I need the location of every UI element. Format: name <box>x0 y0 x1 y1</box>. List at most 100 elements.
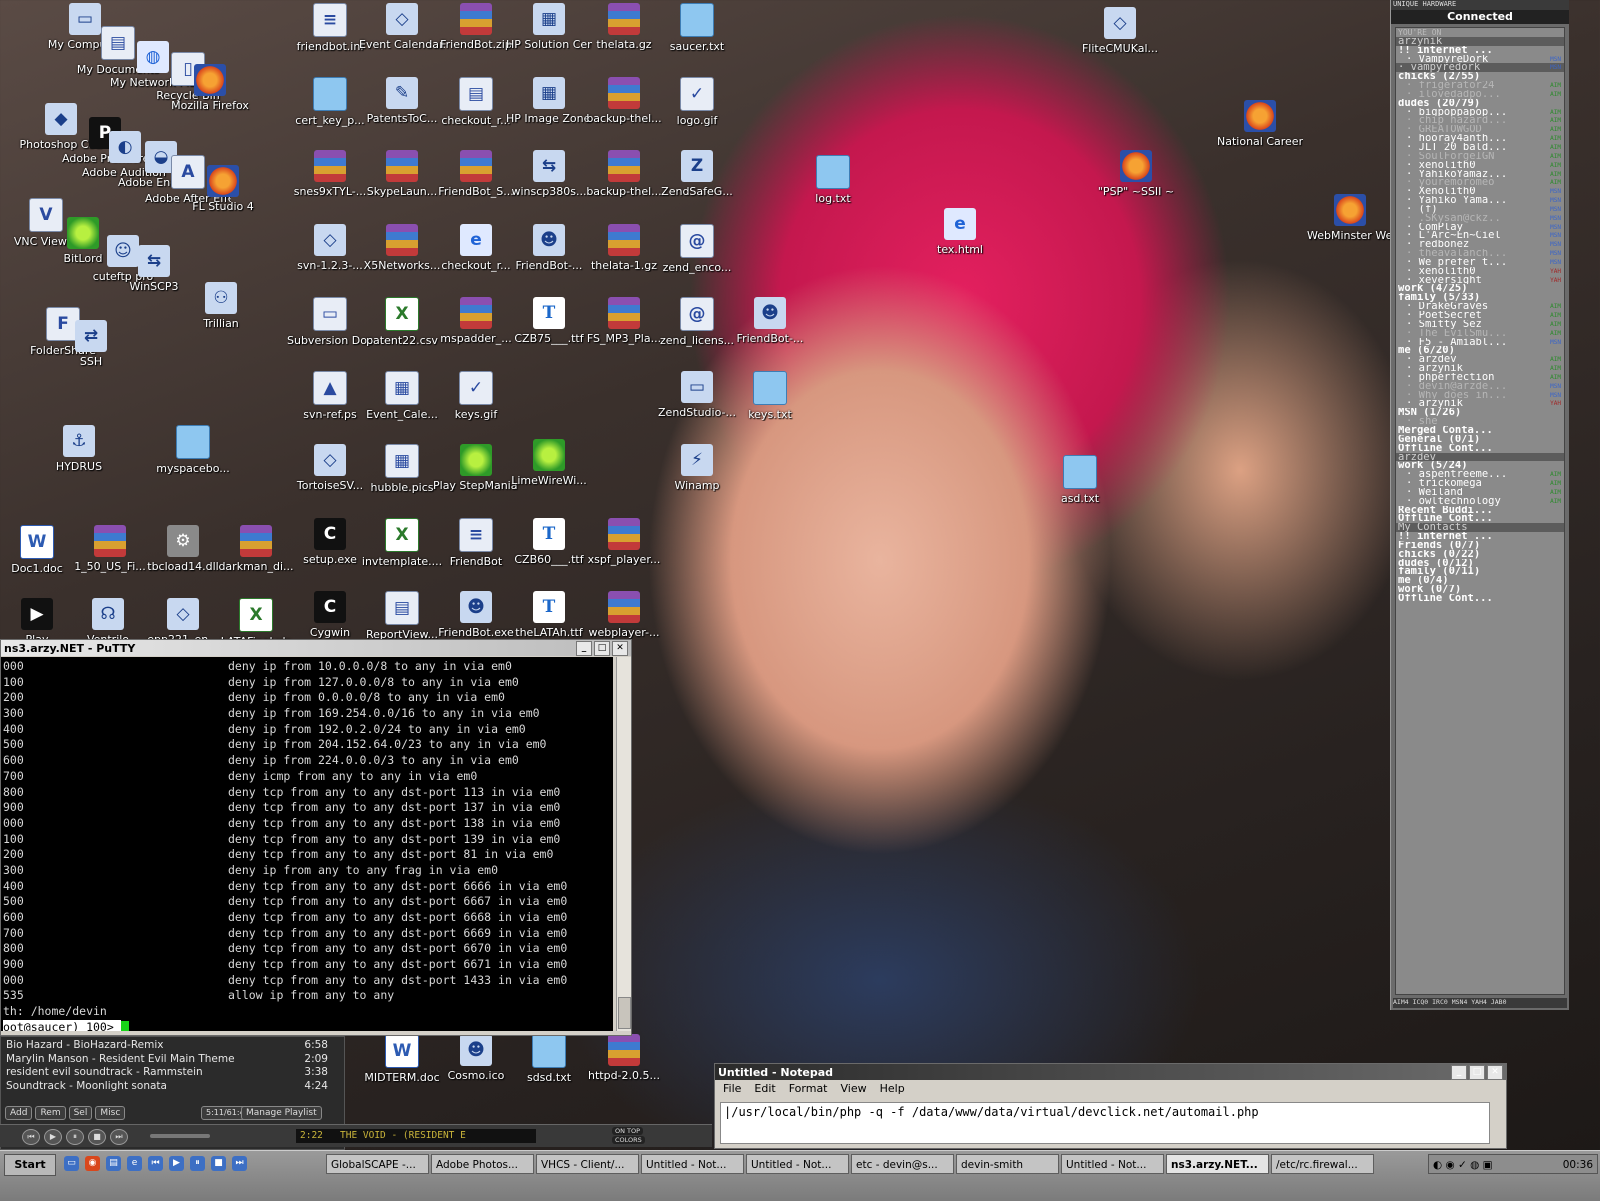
contact-entry[interactable]: · SoulForgeIGN AIM <box>1396 152 1564 161</box>
contact-entry[interactable]: · Weiland AIM <box>1396 488 1564 497</box>
contact-entry[interactable]: · Why does in... MSN <box>1396 391 1564 400</box>
contact-group[interactable]: work (0/7) <box>1396 585 1564 594</box>
contact-entry[interactable]: · aspentreeme... AIM <box>1396 470 1564 479</box>
contact-entry[interactable]: · ComPlay MSN <box>1396 223 1564 232</box>
contact-group[interactable]: MSN (1/26) <box>1396 408 1564 417</box>
desktop-icon[interactable]: webplayer-... <box>581 591 667 639</box>
contact-entry[interactable]: · PoetSecret AIM <box>1396 311 1564 320</box>
playlist-item[interactable]: resident evil soundtrack - Rammstein 3:38 <box>6 1066 328 1080</box>
minimize-button[interactable]: _ <box>576 640 592 656</box>
menu-help[interactable]: Help <box>880 1082 905 1095</box>
contact-group[interactable]: Offline Cont... <box>1396 444 1564 453</box>
contact-entry[interactable]: arzdev <box>1396 452 1564 462</box>
contact-group[interactable]: work (5/24) <box>1396 461 1564 470</box>
contact-entry[interactable]: · phperfection AIM <box>1396 373 1564 382</box>
desktop-icon[interactable]: T CZB75___.ttf <box>506 297 592 345</box>
putty-window[interactable]: ns3.arzy.NET - PuTTY _ □ ✕ 000 deny ip fr… <box>0 639 632 1036</box>
contact-entry[interactable]: · owltechnology AIM <box>1396 497 1564 506</box>
desktop-icon[interactable]: xspf_player... <box>581 518 667 566</box>
firefox-icon[interactable]: ◉ <box>85 1156 100 1171</box>
desktop-icon[interactable]: ⇄ SSH <box>48 320 134 368</box>
contact-entry[interactable]: · DrakeGraves AIM <box>1396 302 1564 311</box>
tray-icons[interactable]: ◐ ◉ ✓ ◍ ▣ <box>1429 1155 1493 1175</box>
contact-entry[interactable]: · Smitty Sez AIM <box>1396 320 1564 329</box>
menu-view[interactable]: View <box>841 1082 867 1095</box>
taskbar-button[interactable]: Adobe Photos... <box>431 1154 534 1174</box>
contact-entry[interactable]: · YahikoYamaz... AIM <box>1396 170 1564 179</box>
show-desktop-icon[interactable]: ▭ <box>64 1156 79 1171</box>
contact-entry[interactable]: · The EvilSmu... AIM <box>1396 329 1564 338</box>
desktop-icon[interactable]: ▦ HP Solution Center <box>506 3 592 51</box>
desktop-icon[interactable]: myspacebo... <box>150 425 236 475</box>
contact-entry[interactable]: · arzdev AIM <box>1396 355 1564 364</box>
contact-entry[interactable]: · We prefer t... MSN <box>1396 258 1564 267</box>
contact-entry[interactable]: · GREATOWGOD AIM <box>1396 125 1564 134</box>
desktop-icon[interactable]: "PSP" ~SSII ~ <box>1093 150 1179 198</box>
notepad-text-area[interactable]: |/usr/local/bin/php -q -f /data/www/data… <box>720 1102 1490 1144</box>
minimize-button[interactable]: _ <box>1451 1064 1467 1080</box>
close-button[interactable]: ✕ <box>1487 1064 1503 1080</box>
ie-icon[interactable]: e <box>127 1156 142 1171</box>
contact-group[interactable]: work (4/25) <box>1396 284 1564 293</box>
media-next-icon[interactable]: ⏭ <box>232 1156 247 1171</box>
contact-group[interactable]: Merged Conta... <box>1396 426 1564 435</box>
contact-group[interactable]: !! internet ... <box>1396 532 1564 541</box>
contact-group[interactable]: Offline Cont... <box>1396 594 1564 603</box>
notepad-window[interactable]: Untitled - Notepad _ □ ✕ File Edit Format V… <box>714 1063 1507 1149</box>
next-icon[interactable]: ⏭ <box>110 1129 128 1145</box>
desktop-icon[interactable]: httpd-2.0.5... <box>581 1034 667 1082</box>
desktop-icon[interactable]: ✓ logo.gif <box>654 77 740 127</box>
contact-group[interactable]: chicks (0/22) <box>1396 550 1564 559</box>
terminal-prompt-line[interactable]: oot@saucer) 100> <box>3 1019 613 1031</box>
desktop-icon[interactable]: WebMinster Webdesign <box>1307 194 1393 242</box>
terminal-output[interactable]: 000 deny ip from 10.0.0.0/8 to any in via… <box>1 657 613 1031</box>
manage-playlist-button[interactable]: Manage Playlist <box>241 1106 322 1120</box>
terminal-scrollbar[interactable] <box>616 657 631 1031</box>
contact-entry[interactable]: · ilovedadpo... AIM <box>1396 90 1564 99</box>
contact-group[interactable]: Friends (0/7) <box>1396 541 1564 550</box>
contact-entry[interactable]: · .SKysan@ckz.. MSN <box>1396 214 1564 223</box>
contact-entry[interactable]: · JLT 20 bald... AIM <box>1396 143 1564 152</box>
maximize-button[interactable]: □ <box>1469 1064 1485 1080</box>
taskbar-button[interactable]: etc - devin@s... <box>851 1154 954 1174</box>
winamp-player[interactable]: ⏮ ▶ ⏸ ■ ⏭ 2:22 THE VOID - (RESIDENT E ON… <box>0 1124 712 1147</box>
explorer-icon[interactable]: ▤ <box>106 1156 121 1171</box>
on-top-label[interactable]: ON TOP <box>612 1127 644 1135</box>
notepad-titlebar[interactable]: Untitled - Notepad _ □ ✕ <box>715 1064 1506 1080</box>
contact-list[interactable]: YOU'RE ON arzynik !! internet ... · Vampy… <box>1395 27 1565 995</box>
playlist-add-button[interactable]: Add <box>5 1106 33 1120</box>
maximize-button[interactable]: □ <box>594 640 610 656</box>
contact-entry[interactable]: · Yahiko Yama... MSN <box>1396 196 1564 205</box>
playlist-misc-button[interactable]: Misc <box>95 1106 126 1120</box>
desktop-icon[interactable]: ⚓ HYDRUS <box>36 425 122 473</box>
menu-file[interactable]: File <box>723 1082 741 1095</box>
desktop-icon[interactable]: ⚇ Trillian <box>178 282 264 330</box>
contact-entry[interactable]: · xenolith0 YAH <box>1396 267 1564 276</box>
contact-group[interactable]: Recent Buddi... <box>1396 506 1564 515</box>
scroll-thumb[interactable] <box>618 997 631 1029</box>
colors-label[interactable]: COLORS <box>612 1136 645 1144</box>
playlist-item[interactable]: Bio Hazard - BioHazard-Remix 6:58 <box>6 1039 328 1053</box>
contact-entry[interactable]: · theavalanch... MSN <box>1396 249 1564 258</box>
playlist-rem-button[interactable]: Rem <box>35 1106 66 1120</box>
trillian-window[interactable]: UNIQUE HARDWARE Connected YOU'RE ON arzy… <box>1390 0 1569 1010</box>
contact-entry[interactable]: · VampyreDork MSN <box>1396 55 1564 64</box>
contact-entry[interactable]: · vampyredork MSN <box>1396 63 1564 73</box>
taskbar-button[interactable]: ns3.arzy.NET... <box>1166 1154 1269 1174</box>
contact-entry[interactable]: · bigpoppapop... AIM <box>1396 108 1564 117</box>
desktop-icon[interactable]: sdsd.txt <box>506 1034 592 1084</box>
contact-group[interactable]: chicks (2/55) <box>1396 72 1564 81</box>
playlist-items[interactable]: Bio Hazard - BioHazard-Remix 6:58 Marylin … <box>6 1039 328 1093</box>
desktop-icon[interactable]: ☻ FriendBot-... <box>506 224 592 272</box>
desktop-icon[interactable]: TtheLATAh.ttf <box>506 591 592 639</box>
contact-entry[interactable]: · arzynik YAH <box>1396 399 1564 408</box>
desktop-icon[interactable]: asd.txt <box>1037 455 1123 505</box>
taskbar-button[interactable]: Untitled - Not... <box>746 1154 849 1174</box>
desktop-icon[interactable]: @ zend_enco... <box>654 224 740 274</box>
taskbar-button[interactable]: GlobalSCAPE -... <box>326 1154 429 1174</box>
contact-entry[interactable]: · trickomega AIM <box>1396 479 1564 488</box>
stop-icon[interactable]: ■ <box>88 1129 106 1145</box>
pause-icon[interactable]: ⏸ <box>66 1129 84 1145</box>
previous-icon[interactable]: ⏮ <box>22 1129 40 1145</box>
contact-entry[interactable]: · frigerator24 AIM <box>1396 81 1564 90</box>
